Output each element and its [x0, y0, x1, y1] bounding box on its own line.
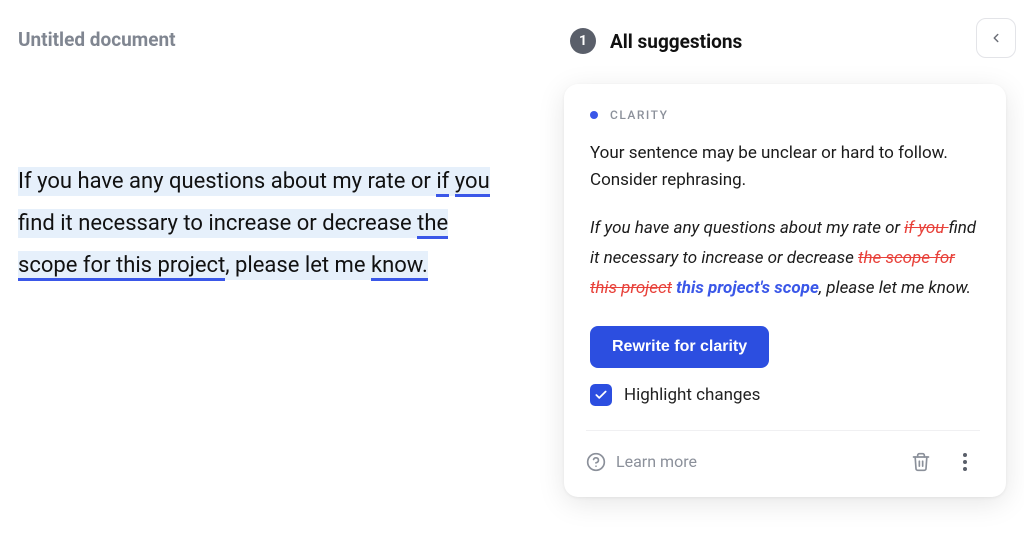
suggestion-explanation: Your sentence may be unclear or hard to … [590, 140, 980, 194]
trash-icon [911, 452, 931, 472]
rewrite-button[interactable]: Rewrite for clarity [590, 326, 769, 368]
chevron-left-icon [989, 31, 1003, 45]
help-icon [586, 452, 606, 472]
learn-more-link[interactable]: Learn more [586, 452, 697, 472]
category-label: CLARITY [610, 108, 668, 122]
back-button[interactable] [976, 18, 1016, 58]
learn-more-label: Learn more [616, 452, 697, 471]
suggestions-header-title: All suggestions [610, 30, 742, 53]
suggestions-panel: 1 All suggestions CLARITY Your sentence … [564, 0, 1024, 549]
highlighted-text[interactable]: If you have any questions about my rate … [18, 167, 490, 280]
document-body[interactable]: If you have any questions about my rate … [18, 161, 498, 286]
inserted-text: this project's scope [676, 278, 819, 298]
suggestion-card: CLARITY Your sentence may be unclear or … [564, 84, 1006, 497]
underlined-segment[interactable]: you [455, 169, 490, 197]
checkmark-icon [594, 388, 608, 402]
highlight-changes-label: Highlight changes [624, 385, 760, 405]
category-row: CLARITY [590, 108, 980, 122]
rewrite-preview: If you have any questions about my rate … [590, 214, 980, 303]
category-dot-icon [590, 111, 598, 119]
underlined-segment[interactable]: if [436, 169, 449, 197]
editor-pane: Untitled document If you have any questi… [0, 0, 564, 549]
card-footer: Learn more [586, 430, 980, 477]
more-options-button[interactable] [950, 447, 980, 477]
removed-text: if you [904, 218, 948, 238]
underlined-segment[interactable]: know. [371, 253, 428, 281]
dismiss-button[interactable] [906, 447, 936, 477]
document-title[interactable]: Untitled document [18, 28, 536, 51]
suggestion-count-badge: 1 [570, 28, 596, 54]
suggestions-header: 1 All suggestions [564, 28, 1006, 54]
highlight-changes-row: Highlight changes [590, 384, 980, 406]
highlight-changes-checkbox[interactable] [590, 384, 612, 406]
more-vertical-icon [963, 453, 967, 471]
